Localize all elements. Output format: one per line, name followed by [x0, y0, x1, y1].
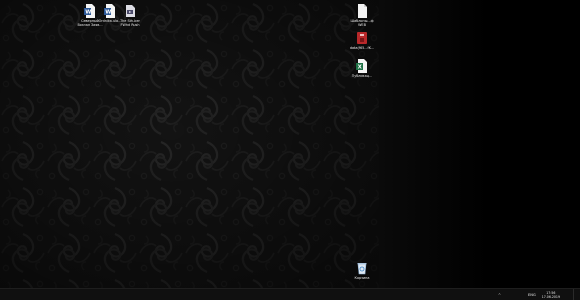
desktop-icon-label: Шаблоны...ф WEB — [350, 19, 374, 27]
volume-icon[interactable] — [520, 293, 525, 298]
desktop-icon-archive[interactable]: data(f65...fK... — [347, 30, 377, 50]
system-tray: ^ ENG 17:56 17.06.2019 — [498, 289, 580, 300]
desktop-icon-recycle-bin[interactable]: Корзина — [347, 260, 377, 280]
desktop-icon-video-file[interactable]: The Sth-ber FWhd Rush — [115, 3, 145, 27]
taskbar-clock[interactable]: 17:56 17.06.2019 — [542, 291, 560, 299]
notification-icon[interactable] — [563, 293, 568, 298]
svg-text:X: X — [358, 65, 363, 71]
desktop-icon-label: data(f65...fK... — [349, 46, 375, 50]
taskbar: ^ ENG 17:56 17.06.2019 — [0, 288, 580, 300]
desktop-background-right — [379, 0, 580, 288]
excel-document-icon: X — [356, 58, 368, 73]
clock-date: 17.06.2019 — [541, 295, 560, 299]
tray-overflow-chevron-icon[interactable]: ^ — [498, 293, 501, 297]
blank-document-icon — [356, 3, 368, 18]
desktop-wallpaper — [0, 0, 379, 288]
svg-text:W: W — [105, 10, 111, 16]
desktop-icon-excel-doc[interactable]: X Публикац... — [347, 58, 377, 78]
desktop-icon-label: The Sth-ber FWhd Rush — [120, 19, 140, 27]
desktop-icon-label: Корзина — [354, 276, 370, 280]
red-archive-icon — [356, 30, 368, 44]
desktop-icon-blank-doc[interactable]: Шаблоны...ф WEB — [347, 3, 377, 27]
network-icon[interactable] — [512, 293, 517, 298]
desktop: W Северный Вокзал Заяв... W Ordnika.ula.… — [0, 0, 580, 300]
pen-icon[interactable] — [504, 293, 509, 298]
desktop-icon-label: Публикац... — [351, 74, 373, 78]
show-desktop-button[interactable] — [573, 289, 576, 300]
recycle-bin-icon — [356, 260, 368, 275]
svg-text:W: W — [85, 10, 91, 16]
language-indicator[interactable]: ENG — [528, 293, 536, 297]
video-file-icon — [124, 3, 136, 17]
